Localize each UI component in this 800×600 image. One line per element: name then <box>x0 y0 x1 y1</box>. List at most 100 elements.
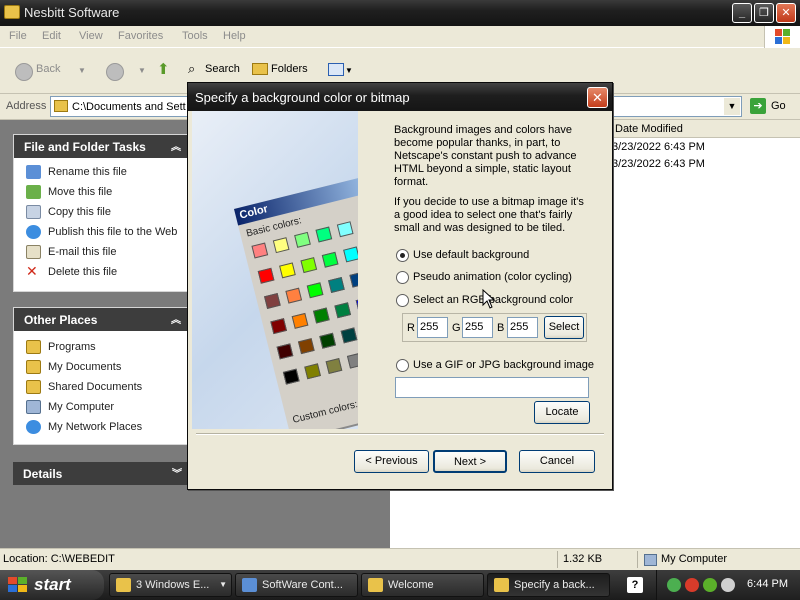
taskbar-item-software[interactable]: SoftWare Cont... <box>235 573 358 597</box>
folder-icon <box>26 380 41 394</box>
task-delete[interactable]: ✕ Delete this file <box>14 262 187 282</box>
color-swatch <box>257 267 275 284</box>
place-my-network[interactable]: My Network Places <box>14 417 187 437</box>
cancel-button[interactable]: Cancel <box>519 450 595 473</box>
views-dropdown-icon[interactable]: ▼ <box>345 66 353 75</box>
color-swatch <box>272 237 290 254</box>
search-button[interactable]: Search <box>205 63 240 75</box>
go-arrow-icon[interactable]: ➔ <box>750 98 766 114</box>
forward-button[interactable] <box>106 63 124 81</box>
select-color-button[interactable]: Select <box>544 316 584 339</box>
pane-background <box>210 486 390 548</box>
dialog-description-1: Background images and colors have become… <box>394 124 577 188</box>
menu-favorites[interactable]: Favorites <box>118 30 163 42</box>
expand-chevron-icon[interactable]: ︾ <box>172 465 182 480</box>
status-zone: My Computer <box>661 553 728 565</box>
globe-icon <box>26 225 41 239</box>
back-dropdown-icon[interactable]: ▼ <box>78 66 86 75</box>
task-publish[interactable]: Publish this file to the Web <box>14 222 187 242</box>
status-location: Location: C:\WEBEDIT <box>3 553 115 565</box>
g-input[interactable]: 255 <box>462 317 493 338</box>
minimize-button[interactable]: _ <box>732 3 752 23</box>
menu-view[interactable]: View <box>79 30 103 42</box>
tray-volume-icon[interactable] <box>721 578 735 592</box>
task-pane: File and Folder Tasks ︽ Rename this file … <box>0 120 210 548</box>
collapse-chevron-icon[interactable]: ︽ <box>171 311 181 326</box>
file-row-date[interactable]: 3/23/2022 6:43 PM <box>610 141 705 153</box>
collapse-chevron-icon[interactable]: ︽ <box>171 138 181 153</box>
b-input[interactable]: 255 <box>507 317 538 338</box>
color-swatch <box>291 312 309 329</box>
color-swatch <box>328 276 345 293</box>
task-rename[interactable]: Rename this file <box>14 162 187 182</box>
option-label[interactable]: Use a GIF or JPG background image <box>413 359 594 371</box>
place-my-documents[interactable]: My Documents <box>14 357 187 377</box>
other-places-title: Other Places <box>24 313 98 327</box>
dialog-close-button[interactable]: ✕ <box>587 87 608 108</box>
option-label[interactable]: Pseudo animation (color cycling) <box>413 271 572 283</box>
task-label: Move this file <box>48 186 113 198</box>
views-icon[interactable] <box>328 63 344 76</box>
taskbar-label: SoftWare Cont... <box>262 579 343 591</box>
radio-image-background[interactable] <box>396 359 409 372</box>
help-icon[interactable]: ? <box>627 577 643 593</box>
next-button[interactable]: Next > <box>433 450 507 473</box>
place-label: My Network Places <box>48 421 143 433</box>
r-input[interactable]: 255 <box>417 317 448 338</box>
file-tasks-header[interactable]: File and Folder Tasks ︽ <box>14 135 187 158</box>
color-swatch <box>282 368 300 385</box>
locate-button[interactable]: Locate <box>534 401 590 424</box>
folders-icon <box>252 63 268 75</box>
details-header[interactable]: Details ︾ <box>13 462 188 485</box>
other-places: Other Places ︽ Programs My Documents Shar… <box>13 307 188 445</box>
maximize-button[interactable]: ❐ <box>754 3 774 23</box>
previous-button[interactable]: < Previous <box>354 450 429 473</box>
up-folder-icon[interactable]: ⬆ <box>157 60 170 78</box>
color-swatch <box>325 357 343 374</box>
radio-rgb-color[interactable] <box>396 294 409 307</box>
go-button[interactable]: Go <box>771 100 786 112</box>
address-label: Address <box>6 100 47 112</box>
menu-tools[interactable]: Tools <box>182 30 208 42</box>
dialog-titlebar: Specify a background color or bitmap ✕ <box>188 83 612 111</box>
task-email[interactable]: E-mail this file <box>14 242 187 262</box>
address-dropdown-icon[interactable]: ▼ <box>724 98 740 115</box>
folder-icon <box>116 578 131 592</box>
task-move[interactable]: Move this file <box>14 182 187 202</box>
menu-help[interactable]: Help <box>223 30 246 42</box>
other-places-header[interactable]: Other Places ︽ <box>14 308 187 331</box>
folder-icon <box>54 100 68 112</box>
radio-pseudo-animation[interactable] <box>396 271 409 284</box>
image-path-input[interactable] <box>395 377 589 398</box>
place-programs[interactable]: Programs <box>14 337 187 357</box>
menu-edit[interactable]: Edit <box>42 30 61 42</box>
tray-app-icon[interactable] <box>667 578 681 592</box>
search-icon: ⌕ <box>188 61 196 76</box>
tray-network-icon[interactable] <box>703 578 717 592</box>
tray-shield-icon[interactable] <box>685 578 699 592</box>
column-label: Date Modified <box>615 123 683 135</box>
color-swatch <box>276 343 294 360</box>
taskbar-item-welcome[interactable]: Welcome <box>361 573 484 597</box>
place-shared-documents[interactable]: Shared Documents <box>14 377 187 397</box>
menu-file[interactable]: File <box>9 30 27 42</box>
start-button[interactable]: start <box>0 570 104 600</box>
color-swatch <box>315 226 333 243</box>
color-swatch <box>251 242 269 259</box>
folders-button[interactable]: Folders <box>271 63 308 75</box>
radio-default-background[interactable] <box>396 249 409 262</box>
back-button[interactable]: Back <box>36 63 60 75</box>
illustration-color-window: Color Basic colors: Custom colors: <box>234 173 358 429</box>
taskbar-item-dialog[interactable]: Specify a back... <box>487 573 610 597</box>
place-my-computer[interactable]: My Computer <box>14 397 187 417</box>
app-icon <box>242 578 257 592</box>
forward-dropdown-icon[interactable]: ▼ <box>138 66 146 75</box>
option-label[interactable]: Use default background <box>413 249 529 261</box>
close-button[interactable]: ✕ <box>776 3 796 23</box>
file-row-date[interactable]: 3/23/2022 6:43 PM <box>610 158 705 170</box>
taskbar-item-explorer[interactable]: 3 Windows E... ▼ <box>109 573 232 597</box>
column-header-date[interactable]: Date Modified <box>610 120 800 138</box>
color-swatch <box>297 338 315 355</box>
color-swatch <box>355 296 358 313</box>
task-copy[interactable]: Copy this file <box>14 202 187 222</box>
